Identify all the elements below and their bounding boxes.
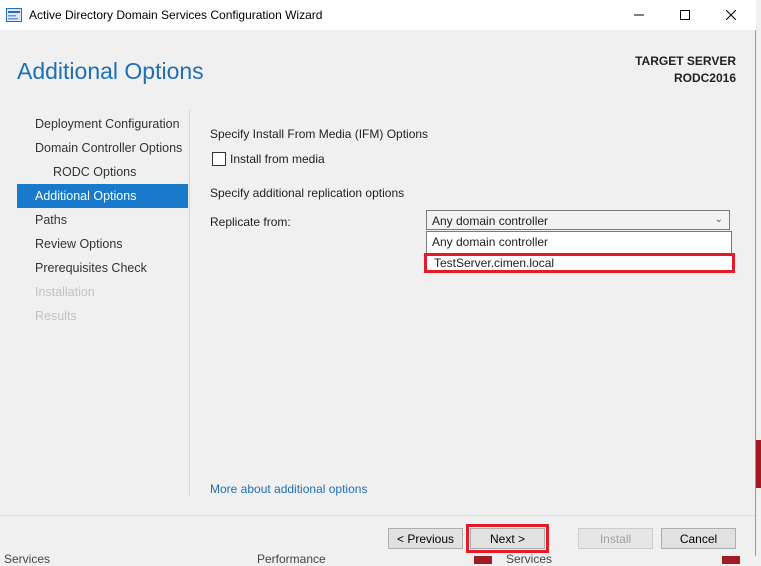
nav-item-review-options[interactable]: Review Options bbox=[17, 232, 188, 256]
nav-item-additional-options[interactable]: Additional Options bbox=[17, 184, 188, 208]
ifm-heading: Specify Install From Media (IFM) Options bbox=[210, 127, 429, 141]
nav-item-deployment-configuration[interactable]: Deployment Configuration bbox=[17, 112, 188, 136]
title-bar: Active Directory Domain Services Configu… bbox=[0, 0, 756, 30]
nav-divider bbox=[189, 110, 190, 495]
background-red-tile bbox=[474, 556, 492, 564]
target-server-label: TARGET SERVER bbox=[635, 54, 736, 68]
wizard-nav: Deployment Configuration Domain Controll… bbox=[17, 112, 188, 328]
wizard-window: Active Directory Domain Services Configu… bbox=[0, 0, 756, 565]
minimize-button[interactable] bbox=[616, 0, 662, 30]
replicate-from-label: Replicate from: bbox=[210, 215, 291, 229]
close-button[interactable] bbox=[708, 0, 754, 30]
nav-item-domain-controller-options[interactable]: Domain Controller Options bbox=[17, 136, 188, 160]
replication-heading: Specify additional replication options bbox=[210, 186, 405, 200]
next-button[interactable]: Next > bbox=[466, 524, 549, 553]
nav-item-results: Results bbox=[35, 309, 77, 323]
install-from-media-label[interactable]: Install from media bbox=[230, 152, 325, 166]
nav-item-installation: Installation bbox=[35, 285, 95, 299]
dropdown-option-testserver[interactable]: TestServer.cimen.local bbox=[424, 253, 735, 273]
replicate-from-select[interactable]: Any domain controller ⌄ bbox=[426, 210, 730, 230]
install-button: Install bbox=[578, 528, 653, 549]
target-server-name: RODC2016 bbox=[673, 71, 736, 85]
replicate-from-dropdown: Any domain controller TestServer.cimen.l… bbox=[424, 231, 735, 273]
background-red-tile-2 bbox=[722, 556, 740, 564]
window-title: Active Directory Domain Services Configu… bbox=[29, 8, 323, 22]
chevron-down-icon: ⌄ bbox=[714, 214, 723, 225]
previous-button[interactable]: < Previous bbox=[388, 528, 463, 549]
dropdown-option-any-dc[interactable]: Any domain controller bbox=[427, 233, 731, 251]
wizard-content: Additional Options TARGET SERVER RODC201… bbox=[0, 30, 755, 515]
close-icon bbox=[726, 10, 736, 20]
replicate-from-value: Any domain controller bbox=[432, 214, 549, 228]
background-strip bbox=[0, 556, 761, 564]
background-window-edge bbox=[756, 440, 761, 488]
maximize-icon bbox=[680, 10, 690, 20]
server-manager-icon bbox=[6, 8, 22, 22]
minimize-icon bbox=[634, 14, 644, 16]
more-about-additional-options-link[interactable]: More about additional options bbox=[210, 482, 367, 496]
nav-item-prerequisites-check[interactable]: Prerequisites Check bbox=[17, 256, 188, 280]
install-from-media-checkbox[interactable] bbox=[212, 152, 226, 166]
page-title: Additional Options bbox=[17, 58, 204, 84]
cancel-button[interactable]: Cancel bbox=[661, 528, 736, 549]
nav-item-rodc-options[interactable]: RODC Options bbox=[17, 160, 188, 184]
maximize-button[interactable] bbox=[662, 0, 708, 30]
nav-item-paths[interactable]: Paths bbox=[17, 208, 188, 232]
